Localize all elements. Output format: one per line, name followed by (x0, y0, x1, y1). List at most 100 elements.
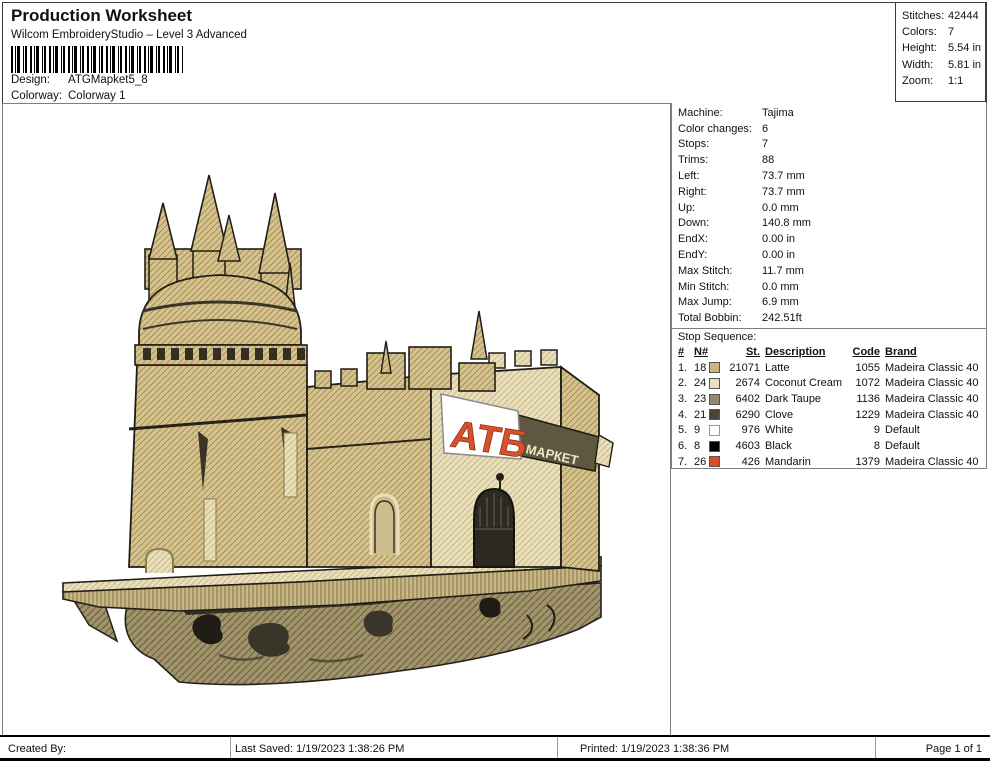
machine-info-row: Right:73.7 mm (678, 184, 986, 200)
design-value: ATGMapket5_8 (68, 74, 148, 86)
col-header: Brand (885, 346, 986, 358)
thread-color-swatch (709, 378, 720, 389)
info-label: Max Jump: (678, 296, 762, 308)
machine-info-row: Down:140.8 mm (678, 216, 986, 232)
thread-color-swatch (709, 409, 720, 420)
stop-sequence-row: 4.21 6290Clove 1229Madeira Classic 40 (678, 407, 986, 423)
info-value: 6.9 mm (762, 296, 799, 308)
footer-bar: Created By: Last Saved: 1/19/2023 1:38:2… (0, 735, 990, 761)
stop-sequence-row: 2.24 2674Coconut Cream 1072Madeira Class… (678, 376, 986, 392)
thread-color-swatch (709, 425, 720, 436)
design-preview-box: МАРКЕТ АТБ (2, 103, 671, 736)
info-label: Total Bobbin: (678, 312, 762, 324)
door-lamp (496, 473, 504, 481)
info-label: Stops: (678, 138, 762, 150)
stat-row: Width:5.81 in (902, 57, 985, 73)
thread-color-swatch (709, 362, 720, 373)
stat-row: Zoom:1:1 (902, 73, 985, 89)
stop-sequence-row: 1.18 21071Latte 1055Madeira Classic 40 (678, 360, 986, 376)
stop-sequence-row: 5.9 976White 9Default (678, 423, 986, 439)
design-row: Design: ATGMapket5_8 (11, 74, 148, 86)
machine-info-row: Machine:Tajima (678, 105, 986, 121)
info-value: 0.0 mm (762, 202, 799, 214)
col-header: Description (765, 346, 850, 358)
info-value: 73.7 mm (762, 186, 805, 198)
info-value: 0.00 in (762, 233, 795, 245)
app-subtitle: Wilcom EmbroideryStudio – Level 3 Advanc… (11, 29, 247, 41)
machine-info-row: Color changes:6 (678, 121, 986, 137)
stat-value: 42444 (948, 10, 979, 22)
info-value: 0.0 mm (762, 281, 799, 293)
info-value: 11.7 mm (762, 265, 804, 277)
thread-color-swatch (709, 456, 720, 467)
info-label: Color changes: (678, 123, 762, 135)
info-value: 140.8 mm (762, 217, 811, 229)
info-label: EndY: (678, 249, 762, 261)
footer-page-number: Page 1 of 1 (926, 743, 982, 755)
machine-info-row: Stops:7 (678, 137, 986, 153)
info-label: Down: (678, 217, 762, 229)
info-value: 0.00 in (762, 249, 795, 261)
machine-info-row: Max Stitch:11.7 mm (678, 263, 986, 279)
stat-row: Height:5.54 in (902, 40, 985, 56)
info-label: Machine: (678, 107, 762, 119)
stop-sequence-header: # N# St. Description Code Brand (678, 344, 986, 360)
footer-divider (875, 737, 876, 758)
machine-info-row: Min Stitch:0.0 mm (678, 279, 986, 295)
col-header: St. (726, 346, 760, 358)
stat-value: 5.54 in (948, 42, 981, 54)
col-header: Code (850, 346, 880, 358)
machine-info-row: EndX:0.00 in (678, 231, 986, 247)
info-value: 7 (762, 138, 768, 150)
stop-sequence-title: Stop Sequence: (672, 328, 986, 344)
castle-walls (129, 347, 599, 571)
barcode-icon (11, 46, 183, 73)
stop-sequence-row: 3.23 6402Dark Taupe 1136Madeira Classic … (678, 391, 986, 407)
colorway-value: Colorway 1 (68, 90, 126, 102)
summary-stats-box: Stitches:42444 Colors:7 Height:5.54 in W… (895, 2, 986, 102)
info-label: Min Stitch: (678, 281, 762, 293)
stat-label: Stitches: (902, 10, 948, 22)
colorway-label: Colorway: (11, 90, 68, 102)
castle-embroidery-preview: МАРКЕТ АТБ (59, 147, 615, 697)
footer-created-by: Created By: (8, 743, 66, 755)
machine-info-row: EndY:0.00 in (678, 247, 986, 263)
stat-value: 5.81 in (948, 59, 981, 71)
stat-label: Height: (902, 42, 948, 54)
info-value: 6 (762, 123, 768, 135)
machine-info-row: Total Bobbin:242.51ft (678, 310, 986, 326)
stat-row: Colors:7 (902, 24, 985, 40)
info-label: Left: (678, 170, 762, 182)
footer-divider (230, 737, 231, 758)
stat-label: Zoom: (902, 75, 948, 87)
info-value: Tajima (762, 107, 794, 119)
footer-divider (557, 737, 558, 758)
machine-info-row: Up:0.0 mm (678, 200, 986, 216)
stat-value: 7 (948, 26, 954, 38)
stat-row: Stitches:42444 (902, 8, 985, 24)
info-label: Max Stitch: (678, 265, 762, 277)
info-label: EndX: (678, 233, 762, 245)
machine-info-row: Left:73.7 mm (678, 168, 986, 184)
info-label: Up: (678, 202, 762, 214)
stop-sequence-row: 7.26 426Mandarin 1379Madeira Classic 40 (678, 454, 986, 470)
header-box: Production Worksheet Wilcom EmbroiderySt… (2, 2, 987, 104)
info-label: Right: (678, 186, 762, 198)
footer-printed: Printed: 1/19/2023 1:38:36 PM (580, 743, 729, 755)
thread-color-swatch (709, 441, 720, 452)
info-value: 242.51ft (762, 312, 802, 324)
info-value: 88 (762, 154, 774, 166)
colorway-row: Colorway: Colorway 1 (11, 90, 126, 102)
col-header: # (678, 346, 694, 358)
stop-sequence-row: 6.8 4603Black 8Default (678, 438, 986, 454)
machine-info-panel: Machine:Tajima Color changes:6 Stops:7 T… (671, 103, 987, 469)
machine-info-row: Max Jump:6.9 mm (678, 295, 986, 311)
stat-label: Colors: (902, 26, 948, 38)
info-label: Trims: (678, 154, 762, 166)
machine-info-row: Trims:88 (678, 152, 986, 168)
footer-last-saved: Last Saved: 1/19/2023 1:38:26 PM (235, 743, 404, 755)
thread-color-swatch (709, 394, 720, 405)
info-value: 73.7 mm (762, 170, 805, 182)
stat-value: 1:1 (948, 75, 963, 87)
design-label: Design: (11, 74, 68, 86)
